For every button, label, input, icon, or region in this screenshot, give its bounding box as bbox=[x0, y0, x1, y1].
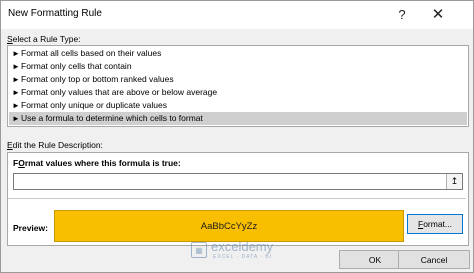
new-formatting-rule-dialog: New Formatting Rule ? ✕ Select a Rule Ty… bbox=[0, 0, 474, 273]
arrow-icon: ► bbox=[12, 114, 20, 123]
formula-label: FOrmat values where this formula is true… bbox=[13, 158, 181, 168]
format-button[interactable]: Format... bbox=[407, 214, 463, 234]
divider bbox=[8, 198, 466, 199]
watermark-icon: ▦ bbox=[191, 242, 207, 258]
watermark-name: exceldemy bbox=[211, 239, 274, 254]
rule-type-item[interactable]: ►Format all cells based on their values bbox=[9, 47, 467, 60]
rule-type-item[interactable]: ►Format only unique or duplicate values bbox=[9, 99, 467, 112]
rule-type-item-label: Format only unique or duplicate values bbox=[21, 100, 167, 110]
rule-type-label-text: elect a Rule Type: bbox=[12, 34, 81, 44]
rule-description-label: Edit the Rule Description: bbox=[7, 140, 103, 150]
rule-type-label: Select a Rule Type: bbox=[7, 34, 81, 44]
rule-description-label-text: dit the Rule Description: bbox=[12, 140, 103, 150]
arrow-icon: ► bbox=[12, 62, 20, 71]
preview-box: AaBbCcYyZz bbox=[54, 210, 404, 242]
help-icon[interactable]: ? bbox=[389, 3, 415, 25]
dialog-title: New Formatting Rule bbox=[8, 8, 102, 19]
arrow-icon: ► bbox=[12, 75, 20, 84]
arrow-icon: ► bbox=[12, 49, 20, 58]
arrow-icon: ► bbox=[12, 101, 20, 110]
preview-sample-text: AaBbCcYyZz bbox=[200, 220, 258, 232]
cancel-button[interactable]: Cancel bbox=[398, 250, 470, 269]
rule-type-item-label: Format only values that are above or bel… bbox=[21, 87, 218, 97]
rule-type-list[interactable]: ►Format all cells based on their values … bbox=[7, 45, 469, 127]
rule-type-item-label: Format only top or bottom ranked values bbox=[21, 74, 174, 84]
formula-input[interactable]: ↥ bbox=[13, 173, 463, 190]
formula-label-hotkey: O bbox=[18, 158, 25, 168]
rule-type-item-label: Format all cells based on their values bbox=[21, 48, 162, 58]
title-bar: New Formatting Rule ? ✕ bbox=[1, 1, 473, 29]
range-select-icon[interactable]: ↥ bbox=[446, 174, 462, 189]
rule-type-item[interactable]: ►Format only top or bottom ranked values bbox=[9, 73, 467, 86]
rule-type-item[interactable]: ►Format only cells that contain bbox=[9, 60, 467, 73]
rule-type-item[interactable]: ►Format only values that are above or be… bbox=[9, 86, 467, 99]
rule-type-item-selected[interactable]: ►Use a formula to determine which cells … bbox=[9, 112, 467, 125]
arrow-icon: ► bbox=[12, 88, 20, 97]
format-button-label: ormat... bbox=[423, 219, 452, 229]
close-icon[interactable]: ✕ bbox=[425, 3, 451, 25]
watermark-logo: ▦ exceldemy EXCEL · DATA · BI bbox=[191, 239, 321, 265]
rule-type-item-label: Format only cells that contain bbox=[21, 61, 132, 71]
formula-label-text: rmat values where this formula is true: bbox=[24, 158, 181, 168]
rule-description-panel: FOrmat values where this formula is true… bbox=[7, 152, 469, 246]
preview-label: Preview: bbox=[13, 223, 48, 233]
rule-type-item-label: Use a formula to determine which cells t… bbox=[21, 113, 203, 123]
watermark-tagline: EXCEL · DATA · BI bbox=[213, 254, 273, 260]
